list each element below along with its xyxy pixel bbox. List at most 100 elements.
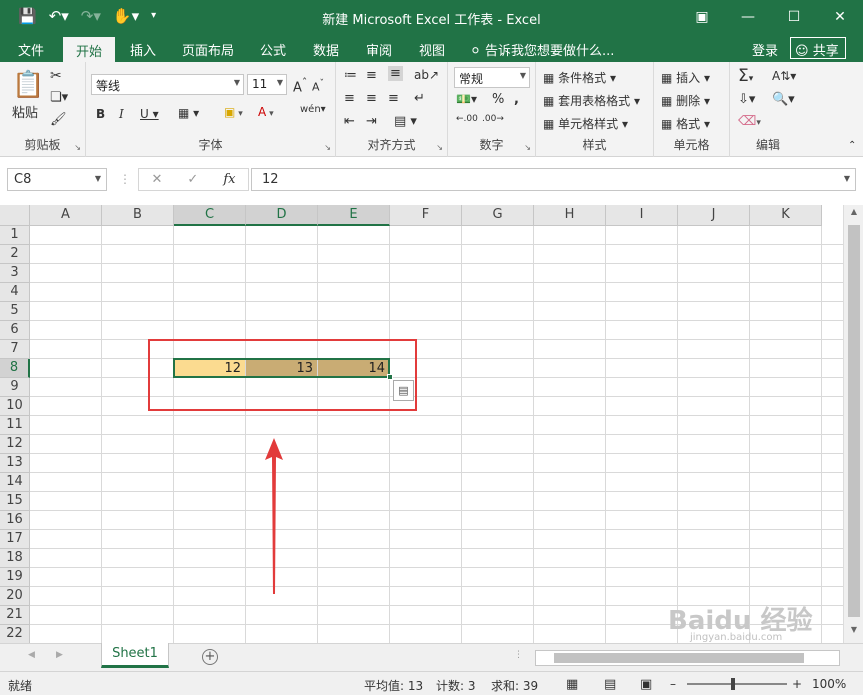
row-header-13[interactable]: 13 (0, 454, 30, 473)
vertical-scrollbar[interactable]: ▲ ▼ (843, 205, 863, 643)
tab-insert[interactable]: 插入 (130, 40, 156, 59)
clear-icon[interactable]: ⌫▾ (738, 114, 761, 129)
insert-function-icon[interactable]: fx (223, 172, 235, 187)
zoom-level[interactable]: 100% (812, 677, 846, 691)
tab-page-layout[interactable]: 页面布局 (182, 40, 234, 59)
decrease-decimal-icon[interactable]: .00→ (482, 114, 504, 124)
tab-home[interactable]: 开始 (63, 37, 116, 62)
paste-button[interactable]: 粘贴 (12, 102, 38, 121)
cancel-icon[interactable]: ✕ (152, 172, 163, 187)
border-icon[interactable]: ▦ ▾ (178, 106, 199, 120)
row-header-22[interactable]: 22 (0, 625, 30, 644)
scroll-down-icon[interactable]: ▼ (844, 625, 863, 641)
worksheet-grid[interactable]: ▲ ▼ A B C D E F G H I J K 1 2 3 4 5 6 7 8 9 10 11 12 13 14 15 16 17… (0, 205, 863, 644)
column-header-e[interactable]: E (318, 205, 390, 226)
align-middle-icon[interactable]: ≡ (366, 68, 377, 83)
zoom-slider-knob[interactable] (731, 678, 735, 690)
row-header-21[interactable]: 21 (0, 606, 30, 625)
column-header-a[interactable]: A (30, 205, 102, 226)
enter-icon[interactable]: ✓ (187, 172, 198, 187)
row-header-1[interactable]: 1 (0, 226, 30, 245)
font-launcher-icon[interactable]: ↘ (324, 143, 331, 152)
delete-cells-button[interactable]: ▦ 删除 ▾ (661, 92, 710, 109)
sheet-tab[interactable]: Sheet1 (101, 643, 169, 668)
formula-input[interactable]: 12 ▼ (251, 168, 856, 191)
align-center-icon[interactable]: ≡ (366, 91, 377, 106)
align-left-icon[interactable]: ≡ (344, 91, 355, 106)
row-header-6[interactable]: 6 (0, 321, 30, 340)
font-color-icon[interactable]: A ▾ (258, 105, 274, 119)
column-header-h[interactable]: H (534, 205, 606, 226)
tab-view[interactable]: 视图 (419, 40, 445, 59)
find-select-icon[interactable]: 🔍▾ (772, 92, 795, 107)
autosum-icon[interactable]: Σ▾ (738, 66, 753, 86)
comma-style-icon[interactable]: , (514, 92, 519, 107)
horizontal-scroll-thumb[interactable] (554, 653, 804, 663)
tab-review[interactable]: 审阅 (366, 40, 392, 59)
increase-decimal-icon[interactable]: ←.00 (456, 114, 478, 124)
zoom-out-icon[interactable]: – (670, 677, 676, 691)
cell-styles-button[interactable]: ▦ 单元格样式 ▾ (543, 115, 628, 132)
orientation-icon[interactable]: ab↗ (414, 68, 439, 82)
scroll-up-icon[interactable]: ▲ (844, 207, 863, 223)
merge-center-icon[interactable]: ▤ ▾ (394, 114, 417, 129)
font-name-select[interactable]: 等线 ▼ (91, 74, 244, 95)
align-right-icon[interactable]: ≡ (388, 91, 399, 106)
clipboard-launcher-icon[interactable]: ↘ (74, 143, 81, 152)
row-header-3[interactable]: 3 (0, 264, 30, 283)
share-button[interactable]: ☺ 共享 (790, 37, 846, 59)
row-header-9[interactable]: 9 (0, 378, 30, 397)
tab-data[interactable]: 数据 (313, 40, 339, 59)
tab-file[interactable]: 文件 (18, 40, 44, 59)
row-header-2[interactable]: 2 (0, 245, 30, 264)
next-sheet-icon[interactable]: ▶ (56, 650, 63, 660)
align-bottom-icon[interactable]: ≡ (388, 66, 403, 81)
format-painter-icon[interactable]: 🖌 (50, 112, 67, 127)
sort-filter-icon[interactable]: A⇅▾ (772, 69, 796, 83)
row-header-5[interactable]: 5 (0, 302, 30, 321)
zoom-slider[interactable] (687, 678, 787, 690)
insert-cells-button[interactable]: ▦ 插入 ▾ (661, 69, 710, 86)
format-as-table-button[interactable]: ▦ 套用表格格式 ▾ (543, 92, 640, 109)
page-layout-view-icon[interactable]: ▤ (604, 677, 616, 692)
shrink-font-icon[interactable]: Aˇ (312, 78, 324, 94)
column-header-c[interactable]: C (174, 205, 246, 226)
close-icon[interactable]: ✕ (817, 0, 863, 34)
bold-icon[interactable]: B (96, 107, 105, 121)
formula-bar-drag-handle[interactable]: ⋮ (119, 172, 131, 186)
row-header-4[interactable]: 4 (0, 283, 30, 302)
column-header-k[interactable]: K (750, 205, 822, 226)
grow-font-icon[interactable]: Aˆ (293, 76, 307, 95)
column-header-g[interactable]: G (462, 205, 534, 226)
expand-formula-icon[interactable]: ▼ (844, 174, 850, 183)
row-header-19[interactable]: 19 (0, 568, 30, 587)
tab-split-handle[interactable]: ⋮ (514, 650, 523, 660)
select-all-corner[interactable] (0, 205, 30, 226)
zoom-in-icon[interactable]: + (792, 677, 802, 691)
maximize-icon[interactable]: ☐ (771, 0, 817, 34)
phonetic-icon[interactable]: wén▾ (300, 104, 326, 115)
ribbon-display-icon[interactable]: ▣ (679, 0, 725, 34)
font-size-select[interactable]: 11 ▼ (247, 74, 287, 95)
decrease-indent-icon[interactable]: ⇤ (344, 114, 355, 129)
login-link[interactable]: 登录 (752, 40, 778, 59)
normal-view-icon[interactable]: ▦ (566, 677, 578, 692)
name-box[interactable]: C8 ▼ (7, 168, 107, 191)
row-header-8[interactable]: 8 (0, 359, 30, 378)
row-header-11[interactable]: 11 (0, 416, 30, 435)
fill-color-icon[interactable]: ▣ ▾ (224, 105, 243, 119)
row-header-17[interactable]: 17 (0, 530, 30, 549)
row-header-16[interactable]: 16 (0, 511, 30, 530)
wrap-text-icon[interactable]: ↵ (414, 91, 425, 106)
minimize-icon[interactable]: — (725, 0, 771, 34)
number-format-select[interactable]: 常规 ▼ (454, 67, 530, 88)
align-top-icon[interactable]: ≔ (344, 68, 357, 83)
increase-indent-icon[interactable]: ⇥ (366, 114, 377, 129)
paste-icon[interactable]: 📋 (12, 70, 44, 100)
alignment-launcher-icon[interactable]: ↘ (436, 143, 443, 152)
row-header-7[interactable]: 7 (0, 340, 30, 359)
prev-sheet-icon[interactable]: ◀ (28, 650, 35, 660)
horizontal-scrollbar[interactable] (535, 650, 840, 666)
format-cells-button[interactable]: ▦ 格式 ▾ (661, 115, 710, 132)
row-header-10[interactable]: 10 (0, 397, 30, 416)
